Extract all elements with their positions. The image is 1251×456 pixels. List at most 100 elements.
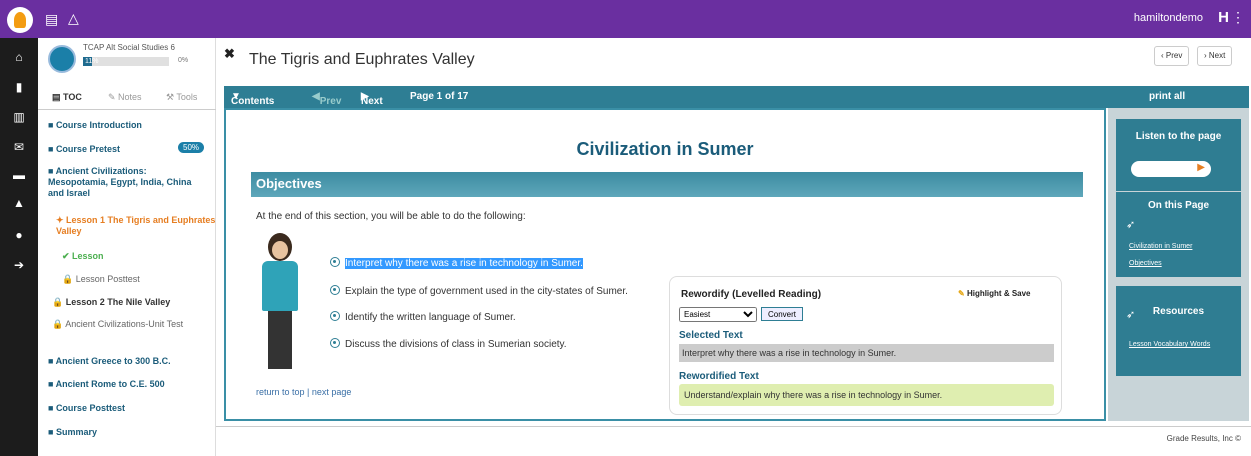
- resources-box: Resources ➶ Lesson Vocabulary Words: [1116, 286, 1241, 376]
- toc-item-label: Lesson Posttest: [75, 274, 140, 284]
- return-links: return to top | next page: [256, 387, 351, 397]
- toc-item-label: Lesson 2 The Nile Valley: [65, 297, 171, 307]
- toc-item[interactable]: ■ Course Posttest: [48, 403, 208, 414]
- objective-text: Discuss the divisions of class in Sumeri…: [345, 339, 567, 350]
- course-panel: TCAP Alt Social Studies 6 11% 0% ▤ TOC ✎…: [38, 38, 216, 456]
- toc-item-current-lesson[interactable]: ✦ Lesson 1 The Tigris and Euphrates Vall…: [56, 215, 216, 237]
- circle-icon[interactable]: ●: [0, 228, 38, 242]
- print-all-link[interactable]: print all: [1149, 91, 1185, 102]
- toc-item-label: Ancient Greece to 300 B.C.: [55, 356, 171, 366]
- link-separator: |: [304, 387, 312, 397]
- toc-item-label: Course Introduction: [55, 120, 142, 130]
- bell-icon[interactable]: ▲: [0, 196, 38, 210]
- objective-item[interactable]: Identify the written language of Sumer.: [330, 311, 516, 323]
- username[interactable]: hamiltondemo: [1134, 12, 1203, 24]
- highlight-save-button[interactable]: ✎ Highlight & Save: [958, 289, 1031, 298]
- lock-icon: 🔒: [52, 319, 64, 329]
- left-nav: ⌂ ▮ ▥ ✉ ▬ ▲ ● ➔: [0, 38, 38, 456]
- toc-item[interactable]: ■ Ancient Greece to 300 B.C.: [48, 356, 208, 367]
- toc-item[interactable]: 🔒 Ancient Civilizations-Unit Test: [52, 319, 212, 330]
- footer: Grade Results, Inc ©: [216, 426, 1251, 456]
- tab-notes-label: Notes: [118, 92, 142, 102]
- resource-link[interactable]: Lesson Vocabulary Words: [1129, 340, 1229, 349]
- pretest-score-badge: 50%: [178, 142, 205, 153]
- objective-text: Interpret why there was a rise in techno…: [345, 258, 583, 269]
- toc-item-label: Lesson: [72, 251, 104, 261]
- toc-item-label: Course Posttest: [55, 403, 125, 413]
- panel-tabs: ▤ TOC ✎ Notes ⚒ Tools: [38, 88, 216, 110]
- contents-prev-label: Prev: [319, 96, 342, 107]
- course-header: TCAP Alt Social Studies 6 11% 0%: [38, 38, 216, 80]
- copyright: Grade Results, Inc ©: [1166, 434, 1241, 443]
- character-body: [262, 261, 298, 311]
- highlight-save-label: Highlight & Save: [966, 289, 1031, 298]
- teacher-character-image: [256, 233, 306, 373]
- contents-prev-button[interactable]: ◀ Prev: [312, 91, 341, 107]
- lesson-content: Civilization in Sumer Objectives At the …: [224, 108, 1106, 421]
- chat-icon[interactable]: ▬: [0, 168, 38, 182]
- objective-text: Explain the type of government used in t…: [345, 286, 628, 297]
- page-info: Page 1 of 17: [410, 91, 469, 102]
- toc-item[interactable]: ■ Summary: [48, 427, 208, 438]
- more-icon[interactable]: ⋮: [1231, 9, 1245, 26]
- convert-button[interactable]: Convert: [761, 307, 803, 321]
- audio-player[interactable]: [1131, 161, 1211, 177]
- page-title: The Tigris and Euphrates Valley: [249, 51, 475, 68]
- rewordify-title: Rewordify (Levelled Reading): [681, 289, 822, 300]
- tab-notes[interactable]: ✎ Notes: [108, 92, 142, 103]
- tab-tools[interactable]: ⚒ Tools: [166, 92, 197, 103]
- toc-item[interactable]: ■ Ancient Rome to C.E. 500: [48, 379, 208, 390]
- next-page-link[interactable]: next page: [312, 387, 352, 397]
- toc-item-label: Lesson 1 The Tigris and Euphrates Valley: [56, 215, 216, 236]
- on-this-page-box: On this Page ➶ Civilization in Sumer Obj…: [1116, 192, 1241, 277]
- toc-item-label: Ancient Civilizations: Mesopotamia, Egyp…: [48, 166, 192, 198]
- on-this-page-label: On this Page: [1147, 200, 1210, 211]
- next-button[interactable]: › Next: [1197, 46, 1233, 66]
- contents-dropdown[interactable]: Contents ▼: [231, 91, 274, 107]
- character-legs: [268, 311, 292, 369]
- toc-item[interactable]: ■ Ancient Civilizations: Mesopotamia, Eg…: [48, 166, 208, 199]
- menu-icon[interactable]: ▤: [45, 11, 58, 28]
- next-button-label: Next: [1208, 51, 1226, 60]
- course-avatar: [48, 45, 76, 73]
- reading-level-select[interactable]: Easiest: [679, 307, 757, 322]
- target-icon: [330, 338, 340, 348]
- lock-icon: 🔒: [62, 274, 74, 284]
- on-page-link[interactable]: Civilization in Sumer: [1129, 242, 1229, 251]
- target-icon: [330, 311, 340, 321]
- listen-box: Listen to the page: [1116, 119, 1241, 191]
- target-icon: [330, 257, 340, 267]
- toc-item[interactable]: 🔒 Lesson Posttest: [62, 274, 222, 285]
- close-icon[interactable]: ✖: [224, 46, 235, 62]
- selected-text-value: Interpret why there was a rise in techno…: [679, 344, 1054, 362]
- top-bar: ▤ △ hamiltondemo H ⋮: [0, 0, 1251, 38]
- logout-icon[interactable]: ➔: [0, 258, 38, 272]
- mail-icon[interactable]: ✉: [0, 140, 38, 154]
- book-icon[interactable]: ▮: [0, 80, 38, 94]
- on-page-link[interactable]: Objectives: [1129, 259, 1229, 268]
- toc-item[interactable]: ■ Course Introduction: [48, 120, 208, 131]
- toc-item-label: Ancient Civilizations-Unit Test: [65, 319, 184, 329]
- toc-item[interactable]: 🔒 Lesson 2 The Nile Valley: [52, 297, 212, 308]
- progress-label: 11%: [85, 58, 99, 65]
- target-icon: [330, 285, 340, 295]
- objective-item[interactable]: Explain the type of government used in t…: [330, 285, 628, 297]
- logo-icon[interactable]: [7, 7, 33, 33]
- progress-percent: 0%: [178, 57, 189, 64]
- tab-toc[interactable]: ▤ TOC: [52, 92, 82, 103]
- return-to-top-link[interactable]: return to top: [256, 387, 305, 397]
- user-initial[interactable]: H: [1218, 9, 1229, 26]
- contents-bar: Contents ▼ ◀ Prev Next ▶ Page 1 of 17 pr…: [224, 86, 1249, 108]
- prev-button[interactable]: ‹ Prev: [1154, 46, 1190, 66]
- selected-text-label: Selected Text: [679, 330, 743, 341]
- pin-icon: ➶: [1126, 219, 1136, 231]
- objective-item[interactable]: Interpret why there was a rise in techno…: [330, 257, 583, 269]
- toc-item-label: Ancient Rome to C.E. 500: [55, 379, 165, 389]
- chart-icon[interactable]: ▥: [0, 110, 38, 124]
- objective-item[interactable]: Discuss the divisions of class in Sumeri…: [330, 338, 567, 350]
- home-icon[interactable]: ⌂: [0, 50, 38, 64]
- pin-icon: ➶: [1126, 309, 1136, 321]
- contents-next-button[interactable]: Next ▶: [361, 91, 383, 107]
- bell-icon[interactable]: △: [68, 10, 79, 27]
- toc-item[interactable]: ✔ Lesson: [62, 251, 222, 262]
